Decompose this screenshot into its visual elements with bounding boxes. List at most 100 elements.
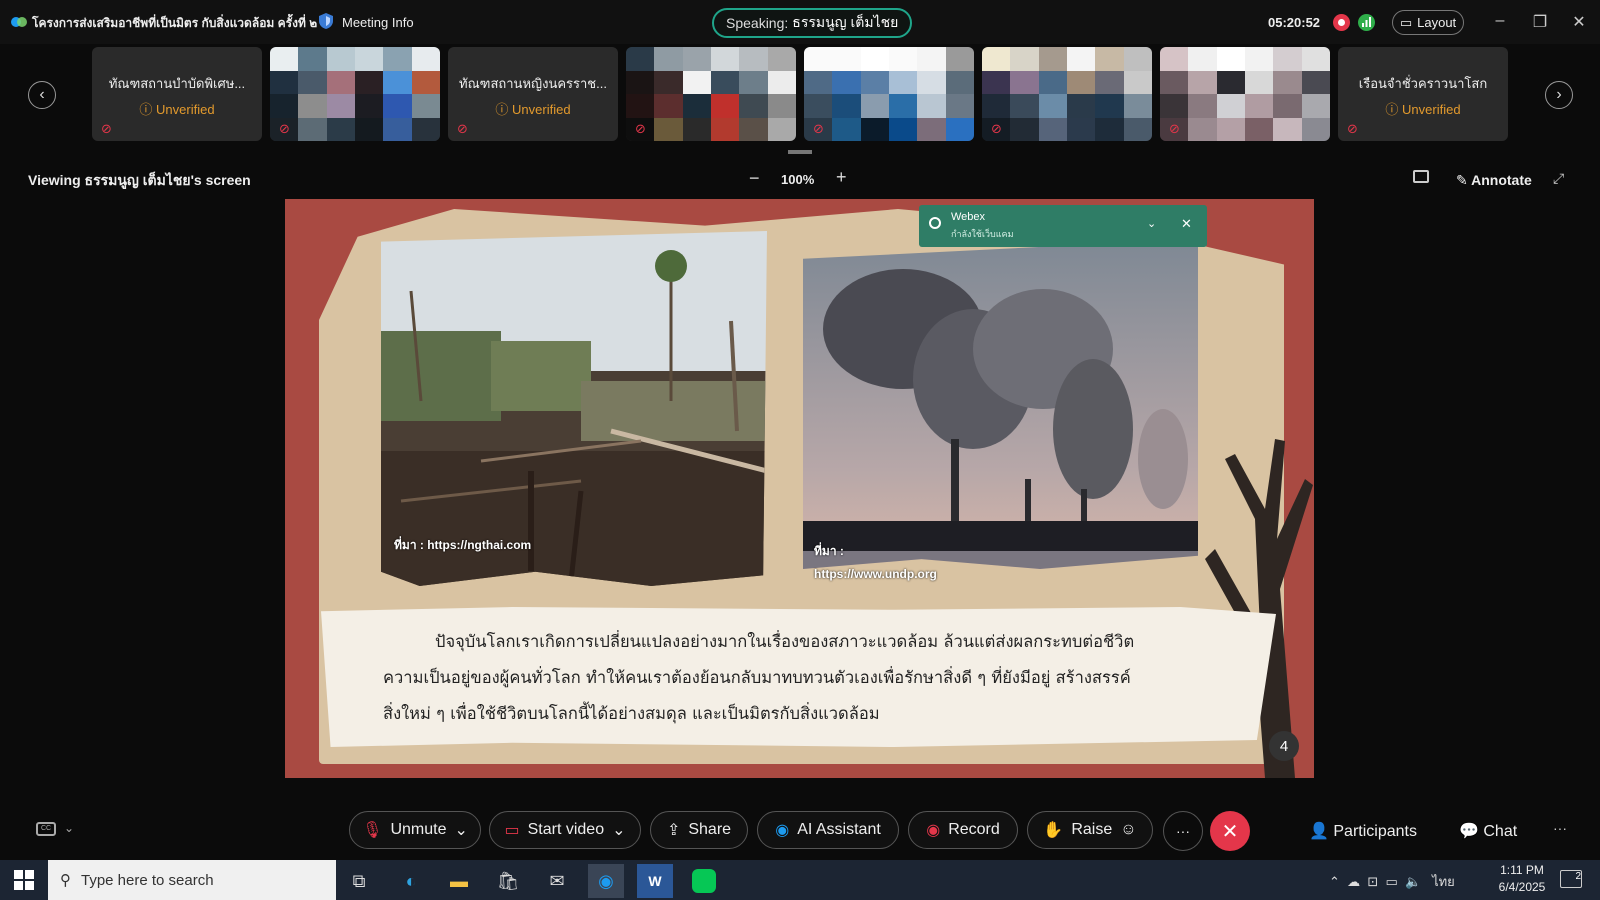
participant-video-tile[interactable]: ⊘	[982, 47, 1152, 141]
network-icon[interactable]: ⊡	[1367, 874, 1378, 889]
slide-paragraph: ปัจจุบันโลกเราเกิดการเปลี่ยนแปลงอย่างมาก…	[383, 624, 1233, 732]
participant-video-tile[interactable]: ⊘	[804, 47, 974, 141]
plus-icon: +	[836, 167, 847, 187]
question-circle-icon: ⓘ	[1385, 102, 1399, 117]
ai-assistant-label: AI Assistant	[797, 821, 881, 838]
participant-video-tile[interactable]: ⊘	[626, 47, 796, 141]
reactions-icon[interactable]: ☺	[1120, 821, 1136, 839]
record-button[interactable]: ◉ Record	[908, 811, 1018, 849]
layout-label: Layout	[1417, 15, 1457, 30]
muted-mic-icon: ⊘	[1169, 121, 1180, 136]
layout-icon: ▭	[1399, 14, 1413, 30]
edge-browser-icon[interactable]: ◐	[393, 864, 429, 898]
meeting-info-button[interactable]: Meeting Info	[318, 12, 414, 33]
record-label: Record	[948, 821, 1000, 838]
notifications-icon[interactable]: 2	[1560, 870, 1582, 888]
notification-subtitle: กำลังใช้เว็บแคม	[951, 229, 1014, 239]
raise-hand-button[interactable]: ✋ Raise ☺	[1027, 811, 1153, 849]
factory-pollution-photo	[803, 239, 1198, 569]
start-video-button[interactable]: ▭ Start video ⌄	[489, 811, 641, 849]
word-icon[interactable]: W	[637, 864, 673, 898]
webex-notification[interactable]: Webex กำลังใช้เว็บแคม ⌄ ✕	[919, 205, 1207, 247]
windows-start-icon[interactable]	[14, 870, 34, 890]
muted-mic-icon: ⊘	[635, 121, 646, 136]
display-icon[interactable]: ▭	[1386, 874, 1398, 889]
meeting-title: โครงการส่งเสริมอาชีพที่เป็นมิตร กับสิ่งแ…	[32, 16, 318, 30]
zoom-out-button[interactable]: −	[749, 168, 760, 189]
minimize-window-button[interactable]: –	[1490, 12, 1510, 30]
chevron-up-icon[interactable]: ⌃	[1329, 874, 1340, 889]
paragraph-line: สิ่งใหม่ ๆ เพื่อใช้ชีวิตบนโลกนี้ได้อย่าง…	[383, 704, 880, 723]
muted-mic-icon: 🎙	[362, 822, 383, 839]
participant-video	[982, 47, 1152, 141]
task-view-icon[interactable]: ⧉	[341, 864, 377, 898]
strip-resize-handle[interactable]	[788, 150, 812, 154]
close-window-button[interactable]: ✕	[1569, 12, 1589, 32]
participant-name: ทัณฑสถานหญิงนครราช...	[459, 76, 607, 91]
webcam-icon	[929, 217, 941, 229]
muted-mic-icon: ⊘	[991, 121, 1002, 136]
ai-assistant-button[interactable]: ◉ AI Assistant	[757, 811, 899, 849]
chevron-down-icon[interactable]: ⌄	[64, 821, 74, 835]
paragraph-line: ความเป็นอยู่ของผู้คนทั่วโลก ทำให้คนเราต้…	[383, 668, 1131, 687]
participant-video-tile[interactable]: ⊘	[1160, 47, 1330, 141]
shield-icon	[318, 12, 334, 33]
participant-video-tile[interactable]: ⊘	[270, 47, 440, 141]
participants-button[interactable]: 👤 Participants	[1309, 821, 1417, 841]
share-screen-icon: ⇪	[666, 822, 681, 839]
muted-mic-icon: ⊘	[1347, 121, 1358, 136]
overflow-menu-icon[interactable]: ···	[1553, 820, 1567, 836]
closed-captions-icon[interactable]: CC	[36, 822, 56, 836]
start-video-label: Start video	[527, 821, 605, 838]
line-app-icon[interactable]	[686, 864, 722, 898]
input-language[interactable]: ไทย	[1432, 874, 1455, 889]
layout-button[interactable]: ▭ Layout	[1392, 10, 1464, 35]
microsoft-store-icon[interactable]: 🛍	[490, 864, 526, 898]
chat-button[interactable]: 💬 Chat	[1459, 821, 1517, 841]
close-icon[interactable]: ✕	[1181, 216, 1192, 232]
strip-previous-button[interactable]: ‹	[28, 81, 56, 109]
chevron-down-icon[interactable]: ⌄	[1147, 217, 1156, 230]
network-signal-icon[interactable]	[1358, 14, 1375, 31]
taskbar-search-box[interactable]: ⚲ Type here to search	[48, 860, 336, 900]
chevron-down-icon[interactable]: ⌄	[612, 820, 625, 840]
screen-control-icon[interactable]	[1413, 170, 1429, 183]
fullscreen-icon[interactable]: ⤢	[1553, 170, 1564, 187]
system-tray[interactable]: ⌃ ☁ ⊡ ▭ 🔈 ไทย	[1329, 871, 1455, 892]
deforestation-photo	[381, 231, 767, 586]
restore-window-button[interactable]: ❐	[1530, 12, 1550, 32]
strip-next-button[interactable]: ›	[1545, 81, 1573, 109]
hand-icon: ✋	[1043, 822, 1064, 839]
webex-taskbar-icon[interactable]: ◉	[588, 864, 624, 898]
onedrive-icon[interactable]: ☁	[1347, 874, 1360, 889]
unmute-button[interactable]: 🎙 Unmute ⌄	[349, 811, 481, 849]
viewing-screen-label: Viewing ธรรมนูญ เต็มไชย's screen	[28, 172, 251, 188]
participant-tile[interactable]: ทัณฑสถานบำบัดพิเศษ... ⓘ Unverified ⊘	[92, 47, 262, 141]
mail-icon[interactable]: ✉	[539, 864, 575, 898]
paragraph-line: ปัจจุบันโลกเราเกิดการเปลี่ยนแปลงอย่างมาก…	[435, 632, 1135, 651]
taskbar-clock[interactable]: 1:11 PM 6/4/2025	[1487, 862, 1557, 896]
clock-time: 1:11 PM	[1500, 863, 1544, 877]
chat-bubble-icon: 💬	[1459, 823, 1479, 840]
leave-meeting-button[interactable]: ✕	[1210, 811, 1250, 851]
file-explorer-icon[interactable]: ▬	[441, 864, 477, 898]
zoom-in-button[interactable]: +	[836, 167, 847, 188]
search-placeholder: Type here to search	[81, 871, 214, 889]
search-icon: ⚲	[60, 872, 71, 889]
participants-label: Participants	[1333, 823, 1417, 840]
record-icon: ◉	[926, 822, 941, 839]
share-button[interactable]: ⇪ Share	[650, 811, 748, 849]
chevron-down-icon[interactable]: ⌄	[454, 820, 467, 840]
participant-tile[interactable]: เรือนจำชั่วคราวนาโสก ⓘ Unverified ⊘	[1338, 47, 1508, 141]
chat-label: Chat	[1483, 823, 1518, 840]
annotate-button[interactable]: ✎ Annotate	[1456, 172, 1532, 189]
participant-tile[interactable]: ทัณฑสถานหญิงนครราช... ⓘ Unverified ⊘	[448, 47, 618, 141]
volume-icon[interactable]: 🔈	[1405, 874, 1421, 889]
zoom-level[interactable]: 100%	[781, 172, 814, 187]
recording-indicator-icon[interactable]	[1333, 14, 1350, 31]
more-options-button[interactable]: ···	[1163, 811, 1203, 851]
close-icon: ✕	[1221, 820, 1239, 843]
unverified-badge: ⓘ Unverified	[1385, 102, 1461, 117]
muted-mic-icon: ⊘	[813, 121, 824, 136]
muted-mic-icon: ⊘	[101, 121, 112, 136]
